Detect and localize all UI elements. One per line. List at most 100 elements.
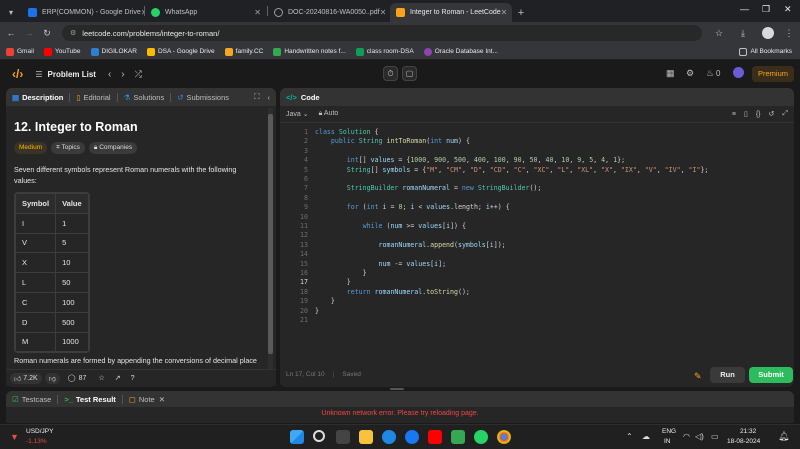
notes-icon[interactable]: ▢ — [402, 66, 417, 81]
collapse-icon[interactable]: ‹ — [268, 93, 271, 102]
restore-button[interactable]: ❐ — [762, 4, 770, 15]
companies-tag[interactable]: 🔒︎ Companies — [88, 142, 138, 154]
cloud-icon[interactable]: ☁ — [642, 432, 650, 441]
code-line[interactable]: class Solution { — [315, 128, 379, 136]
url-field[interactable]: ⚙ leetcode.com/problems/integer-to-roman… — [62, 25, 702, 41]
chevron-up-icon[interactable]: ⌃ — [626, 432, 633, 441]
tab-testcase[interactable]: ☑ Testcase — [12, 395, 51, 404]
tab-submissions[interactable]: ↺ Submissions — [177, 93, 229, 102]
browser-tab-leetcode[interactable]: Integer to Roman - LeetCode ✕ — [390, 3, 512, 22]
scrollbar[interactable] — [268, 108, 273, 376]
download-icon[interactable]: ⤓ — [736, 28, 750, 39]
speaker-icon[interactable]: ◁) — [695, 432, 704, 441]
code-line[interactable]: } — [315, 278, 351, 286]
site-info-icon[interactable]: ⚙ — [70, 29, 76, 37]
search-icon[interactable] — [313, 430, 325, 442]
window-close-button[interactable]: ✕ — [784, 4, 792, 15]
bookmark-classroom[interactable]: class room-DSA — [355, 47, 414, 56]
comment-icon[interactable]: ◯ — [68, 374, 76, 382]
bookmark-star-icon[interactable]: ☆ — [712, 28, 726, 39]
code-line[interactable]: } — [315, 297, 335, 305]
bookmark-youtube[interactable]: YouTube — [43, 47, 81, 56]
tab-editorial[interactable]: ▯ Editorial — [76, 93, 110, 102]
windows-start-icon[interactable] — [290, 430, 304, 444]
debug-icon[interactable]: ✎ — [694, 371, 702, 382]
tab-note[interactable]: ▢ Note ✕ — [129, 395, 165, 404]
bookmark-dsa-drive[interactable]: DSA - Google Drive — [146, 47, 215, 56]
maximize-icon[interactable]: ⛶ — [254, 92, 259, 102]
browser-tab-erp[interactable]: ERP(COMMON) - Google Drive ✕ — [22, 3, 144, 22]
language-select[interactable]: Java ⌄ — [286, 110, 309, 118]
topics-tag[interactable]: ⌗ Topics — [51, 142, 85, 154]
settings-icon[interactable]: ⚙ — [686, 68, 694, 79]
timer-icon[interactable]: ⏱ — [383, 66, 398, 81]
code-line[interactable]: return romanNumeral.toString(); — [315, 288, 470, 296]
minimize-button[interactable]: — — [740, 4, 749, 14]
browser-tab-pdf[interactable]: DOC-20240816-WA0050..pdf ✕ — [268, 3, 390, 22]
edge-icon[interactable] — [382, 430, 396, 444]
drive-icon[interactable] — [451, 430, 465, 444]
next-problem-icon[interactable]: › — [121, 69, 124, 80]
close-icon[interactable]: ✕ — [501, 8, 508, 17]
close-icon[interactable]: ✕ — [380, 8, 387, 17]
dislike-icon[interactable]: 👎︎ — [44, 372, 60, 384]
bookmark-icon[interactable]: ▯ — [744, 110, 748, 118]
tab-search-icon[interactable]: ▾ — [0, 3, 22, 22]
code-line[interactable]: } — [315, 307, 319, 315]
bookmark-gmail[interactable]: Gmail — [6, 47, 34, 56]
code-line[interactable]: int[] values = {1000, 900, 500, 400, 100… — [315, 156, 625, 164]
profile-avatar[interactable] — [762, 27, 774, 39]
reset-icon[interactable]: ↺ — [769, 110, 775, 118]
user-avatar[interactable] — [733, 67, 744, 78]
input-language[interactable]: ENG — [662, 428, 676, 435]
autocomplete-toggle[interactable]: 🔒︎ Auto — [319, 110, 339, 118]
close-icon[interactable]: ✕ — [159, 395, 165, 404]
shuffle-icon[interactable]: ⤮ — [135, 69, 142, 80]
streak-fire-icon[interactable]: ♨ — [706, 68, 714, 79]
tab-description[interactable]: ▤ Description — [12, 93, 63, 102]
whatsapp-icon[interactable] — [474, 430, 488, 444]
code-line[interactable]: num -= values[i]; — [315, 260, 447, 268]
format-icon[interactable]: ≡ — [732, 111, 736, 118]
share-icon[interactable]: ↗ — [115, 374, 121, 382]
battery-icon[interactable]: ▭ — [711, 432, 719, 441]
code-line[interactable]: while (num >= values[i]) { — [315, 222, 466, 230]
code-line[interactable]: for (int i = 0; i < values.length; i++) … — [315, 203, 510, 211]
run-button[interactable]: Run — [710, 367, 745, 383]
bookmark-handwritten[interactable]: Handwritten notes f... — [273, 47, 346, 56]
forward-icon[interactable]: → — [22, 28, 36, 38]
code-line[interactable]: public String intToRoman(int num) { — [315, 137, 470, 145]
new-tab-button[interactable]: + — [512, 3, 530, 22]
facebook-icon[interactable] — [405, 430, 419, 444]
reload-icon[interactable]: ↻ — [40, 28, 54, 39]
back-icon[interactable]: ← — [4, 28, 18, 38]
code-editor[interactable]: 1 class Solution {2 public String intToRo… — [288, 128, 788, 328]
notification-bell-icon[interactable]: 🔔︎ — [778, 431, 789, 442]
star-icon[interactable]: ☆ — [98, 374, 104, 382]
fullscreen-icon[interactable]: ⤢ — [782, 110, 788, 118]
scrollbar-thumb[interactable] — [268, 114, 273, 354]
code-line[interactable]: } — [315, 269, 367, 277]
all-bookmarks[interactable]: All Bookmarks — [739, 47, 792, 56]
submit-button[interactable]: Submit — [749, 367, 793, 383]
task-view-icon[interactable] — [336, 430, 350, 444]
code-line[interactable]: StringBuilder romanNumeral = new StringB… — [315, 184, 542, 192]
prev-problem-icon[interactable]: ‹ — [108, 69, 111, 80]
file-explorer-icon[interactable] — [359, 430, 373, 444]
wifi-icon[interactable]: ◠ — [683, 432, 690, 441]
leetcode-logo-icon[interactable]: ‹/› — [12, 67, 23, 81]
chrome-icon[interactable] — [497, 430, 511, 444]
braces-icon[interactable]: {} — [756, 111, 761, 118]
youtube-icon[interactable] — [428, 430, 442, 444]
help-icon[interactable]: ? — [131, 375, 135, 382]
bookmark-family[interactable]: family.CC — [224, 47, 263, 56]
like-button[interactable]: 👍︎ 7.2K — [10, 372, 42, 384]
code-line[interactable]: String[] symbols = {"M", "CM", "D", "CD"… — [315, 166, 709, 174]
close-icon[interactable]: ✕ — [254, 8, 261, 17]
clock-time[interactable]: 21:32 — [740, 428, 756, 435]
bookmark-oracle[interactable]: Oracle Database Int... — [423, 47, 498, 56]
premium-button[interactable]: Premium — [752, 66, 794, 82]
browser-tab-whatsapp[interactable]: WhatsApp ✕ — [145, 3, 267, 22]
layout-icon[interactable]: ▦ — [666, 68, 675, 79]
close-icon[interactable]: ✕ — [141, 8, 144, 17]
